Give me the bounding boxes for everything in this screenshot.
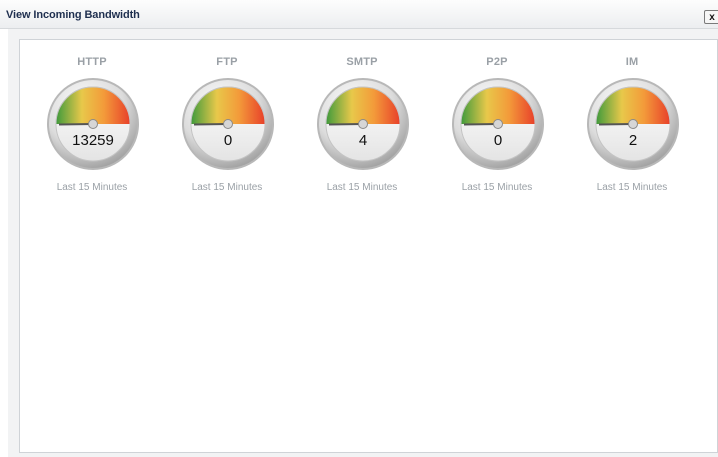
dialog-title: View Incoming Bandwidth xyxy=(6,9,140,21)
gauge-value: 0 xyxy=(493,132,503,149)
gauges-panel: HTTP 13259 Last 15 Minutes FTP 0 Last 15… xyxy=(19,39,718,453)
gauge-svg xyxy=(317,78,409,170)
gauge-svg xyxy=(47,78,139,170)
gauge-dial: 13259 xyxy=(45,76,141,172)
gauge-needle xyxy=(58,123,94,126)
gauge-value: 2 xyxy=(628,132,638,149)
gauge-svg xyxy=(182,78,274,170)
gauge-needle xyxy=(463,123,499,126)
gauge-needle xyxy=(328,123,364,126)
gauge-hub xyxy=(88,119,98,129)
gauge-hub xyxy=(358,119,368,129)
gauge-dial: 2 xyxy=(585,76,681,172)
gauge-value: 13259 xyxy=(72,132,114,149)
gauge-hub xyxy=(223,119,233,129)
gauge-hub xyxy=(493,119,503,129)
gauge-caption: Last 15 Minutes xyxy=(596,182,668,193)
gauge-hub xyxy=(628,119,638,129)
gauge-value: 0 xyxy=(223,132,233,149)
gauge-svg xyxy=(452,78,544,170)
close-icon: x xyxy=(709,12,715,23)
gauge-dial: 4 xyxy=(315,76,411,172)
gauge-dial: 0 xyxy=(180,76,276,172)
gauge-needle xyxy=(193,123,229,126)
gauge-label: P2P xyxy=(486,56,508,68)
gauge-dial: 0 xyxy=(450,76,546,172)
gauge-label: HTTP xyxy=(77,56,107,68)
gauge-value: 4 xyxy=(358,132,368,149)
gauge-label: FTP xyxy=(216,56,238,68)
gauge-label: IM xyxy=(625,56,639,68)
gauge-svg xyxy=(587,78,679,170)
gauge-caption: Last 15 Minutes xyxy=(191,182,263,193)
gauge-label: SMTP xyxy=(346,56,378,68)
gauge-caption: Last 15 Minutes xyxy=(326,182,398,193)
gauge-needle xyxy=(598,123,634,126)
gauge-caption: Last 15 Minutes xyxy=(56,182,128,193)
dialog-titlebar: View Incoming Bandwidth x xyxy=(0,0,718,29)
close-button[interactable]: x xyxy=(704,10,718,24)
gauge-caption: Last 15 Minutes xyxy=(461,182,533,193)
